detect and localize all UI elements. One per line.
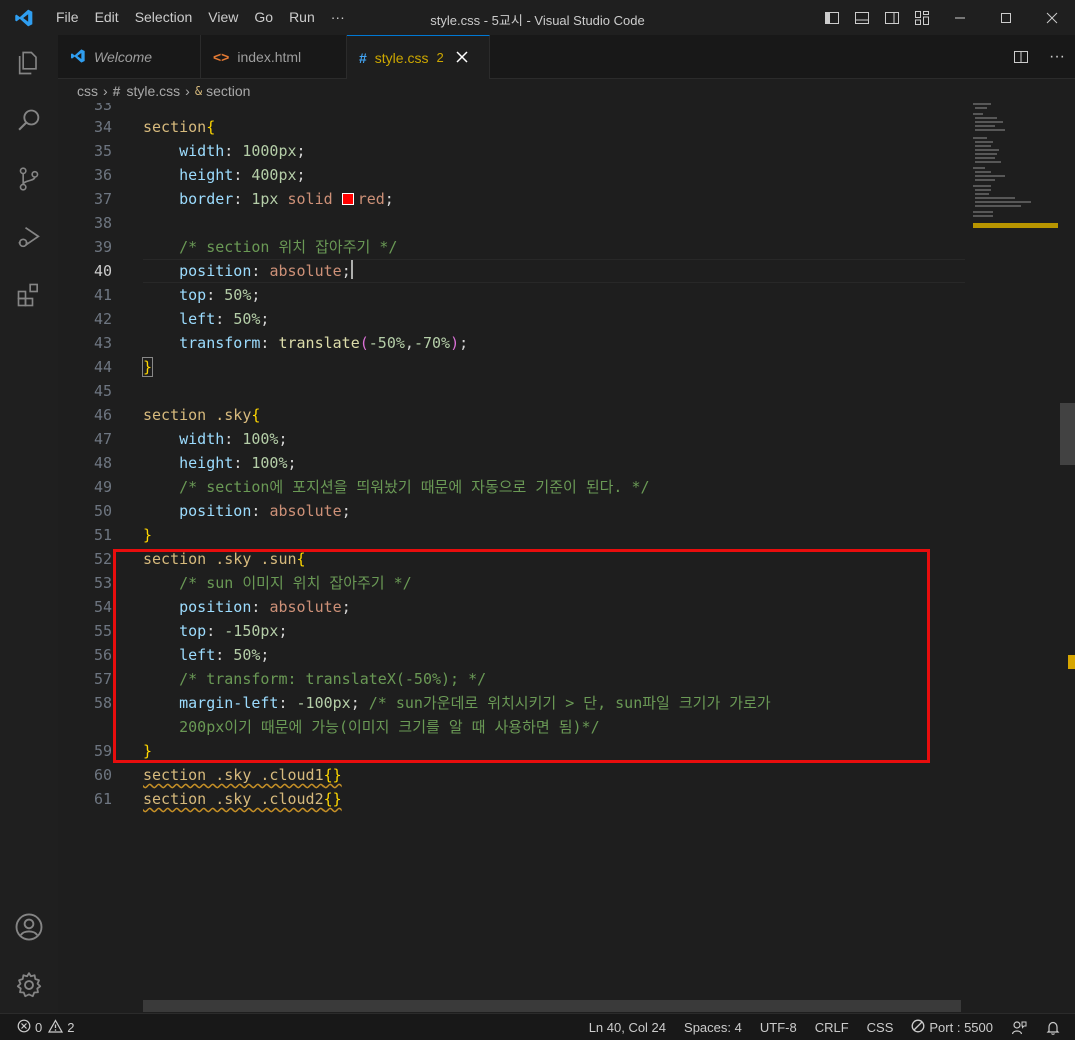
error-count: 0 <box>35 1019 43 1035</box>
code-editor[interactable]: 33 34 section{ 35 width: 1000px; 36 heigh… <box>58 103 1075 1013</box>
notifications-bell-icon[interactable] <box>1036 1020 1075 1036</box>
breadcrumb-symbol[interactable]: section <box>206 83 250 99</box>
close-window-icon[interactable] <box>1029 0 1075 35</box>
menu-more[interactable]: ··· <box>323 0 353 35</box>
toggle-secondary-sidebar-icon[interactable] <box>877 0 907 35</box>
editor-tab-bar: Welcome <> index.html # style.css 2 ··· <box>58 35 1075 79</box>
feedback-icon[interactable] <box>1002 1020 1036 1036</box>
source-control-icon[interactable] <box>0 155 58 203</box>
color-swatch-red[interactable] <box>341 193 354 205</box>
circle-slash-icon <box>911 1019 925 1036</box>
problems-indicator[interactable]: 0 2 <box>0 1018 75 1036</box>
code-line: 49 /* section에 포지션을 띄워놨기 때문에 자동으로 기준이 된다… <box>93 478 650 496</box>
menu-edit[interactable]: Edit <box>87 0 127 35</box>
code-line: 60 section .sky .cloud1{} <box>93 766 342 784</box>
indentation[interactable]: Spaces: 4 <box>675 1020 751 1035</box>
html-icon: <> <box>213 49 230 65</box>
chevron-right-icon: › <box>185 83 190 99</box>
explorer-icon[interactable] <box>0 39 58 87</box>
tab-welcome[interactable]: Welcome <box>58 35 201 79</box>
tab-index-html[interactable]: <> index.html <box>201 35 347 79</box>
search-icon[interactable] <box>0 97 58 145</box>
vscode-icon <box>70 48 86 67</box>
minimap-warning-marker <box>973 223 1058 228</box>
line-ending[interactable]: CRLF <box>806 1020 858 1035</box>
warning-count: 2 <box>67 1019 75 1035</box>
code-line: 39 /* section 위치 잡아주기 */ <box>93 238 398 256</box>
tab-style-css[interactable]: # style.css 2 <box>347 35 490 79</box>
error-icon <box>17 1019 31 1036</box>
red-annotation-box <box>113 549 930 763</box>
breadcrumb: css › # style.css › & section <box>58 79 1075 103</box>
vscode-logo-icon <box>0 0 48 35</box>
code-line: 51} <box>93 526 153 544</box>
code-line: 40 position: absolute; <box>93 260 353 280</box>
manage-gear-icon[interactable] <box>0 961 58 1009</box>
code-line: 50 position: absolute; <box>93 502 351 520</box>
menu-run[interactable]: Run <box>281 0 323 35</box>
extensions-icon[interactable] <box>0 271 58 319</box>
cursor-position[interactable]: Ln 40, Col 24 <box>580 1020 675 1035</box>
close-tab-icon[interactable] <box>456 50 468 66</box>
code-line: 38 <box>93 214 112 232</box>
menu-file[interactable]: File <box>48 0 87 35</box>
css-hash-icon: # <box>359 49 367 66</box>
maximize-icon[interactable] <box>983 0 1029 35</box>
code-line: 34 section{ <box>93 118 216 136</box>
minimize-icon[interactable] <box>937 0 983 35</box>
code-line: 36 height: 400px; <box>93 166 306 184</box>
accounts-icon[interactable] <box>0 903 58 951</box>
menu-bar: File Edit Selection View Go Run ··· <box>48 0 353 35</box>
minimap[interactable] <box>973 103 1063 233</box>
code-line: 48 height: 100%; <box>93 454 297 472</box>
code-line: 41 top: 50%; <box>93 286 261 304</box>
css-hash-icon: # <box>112 83 121 99</box>
customize-layout-icon[interactable] <box>907 0 937 35</box>
code-line: 42 left: 50%; <box>93 310 270 328</box>
tab-label: index.html <box>237 49 302 65</box>
activity-bar <box>0 35 58 1013</box>
menu-go[interactable]: Go <box>246 0 281 35</box>
tab-label: Welcome <box>94 49 153 65</box>
language-mode[interactable]: CSS <box>858 1020 903 1035</box>
toggle-panel-icon[interactable] <box>847 0 877 35</box>
chevron-right-icon: › <box>103 83 108 99</box>
code-line: 47 width: 100%; <box>93 430 288 448</box>
more-actions-icon[interactable]: ··· <box>1039 35 1075 79</box>
toggle-primary-sidebar-icon[interactable] <box>817 0 847 35</box>
vertical-scrollbar[interactable] <box>1060 403 1075 465</box>
warning-icon <box>48 1018 64 1036</box>
code-line: 46 section .sky{ <box>93 406 261 424</box>
code-line: 45 <box>93 382 112 400</box>
encoding[interactable]: UTF-8 <box>751 1020 806 1035</box>
symbol-selector-icon: & <box>194 84 203 98</box>
split-editor-icon[interactable] <box>1003 35 1039 79</box>
menu-view[interactable]: View <box>200 0 246 35</box>
code-line: 43 transform: translate(-50%,-70%); <box>93 334 469 352</box>
scrollbar-warning-marker <box>1068 655 1075 669</box>
code-line: 35 width: 1000px; <box>93 142 306 160</box>
live-server-port[interactable]: Port : 5500 <box>902 1019 1002 1036</box>
breadcrumb-folder[interactable]: css <box>77 83 98 99</box>
horizontal-scrollbar[interactable] <box>143 1000 961 1012</box>
code-line: 37 border: 1px solid red; <box>93 190 394 208</box>
problem-count-badge: 2 <box>436 50 444 65</box>
status-bar: 0 2 Ln 40, Col 24 Spaces: 4 UTF-8 CRLF C… <box>0 1013 1075 1040</box>
code-line: 61 section .sky .cloud2{} <box>93 790 342 808</box>
code-line: 44} <box>93 357 154 377</box>
run-debug-icon[interactable] <box>0 213 58 261</box>
port-label: Port : 5500 <box>929 1020 993 1035</box>
menu-selection[interactable]: Selection <box>127 0 201 35</box>
title-bar: File Edit Selection View Go Run ··· styl… <box>0 0 1075 35</box>
tab-label: style.css <box>374 49 429 66</box>
breadcrumb-file[interactable]: style.css <box>126 83 180 99</box>
text-cursor <box>350 260 353 279</box>
